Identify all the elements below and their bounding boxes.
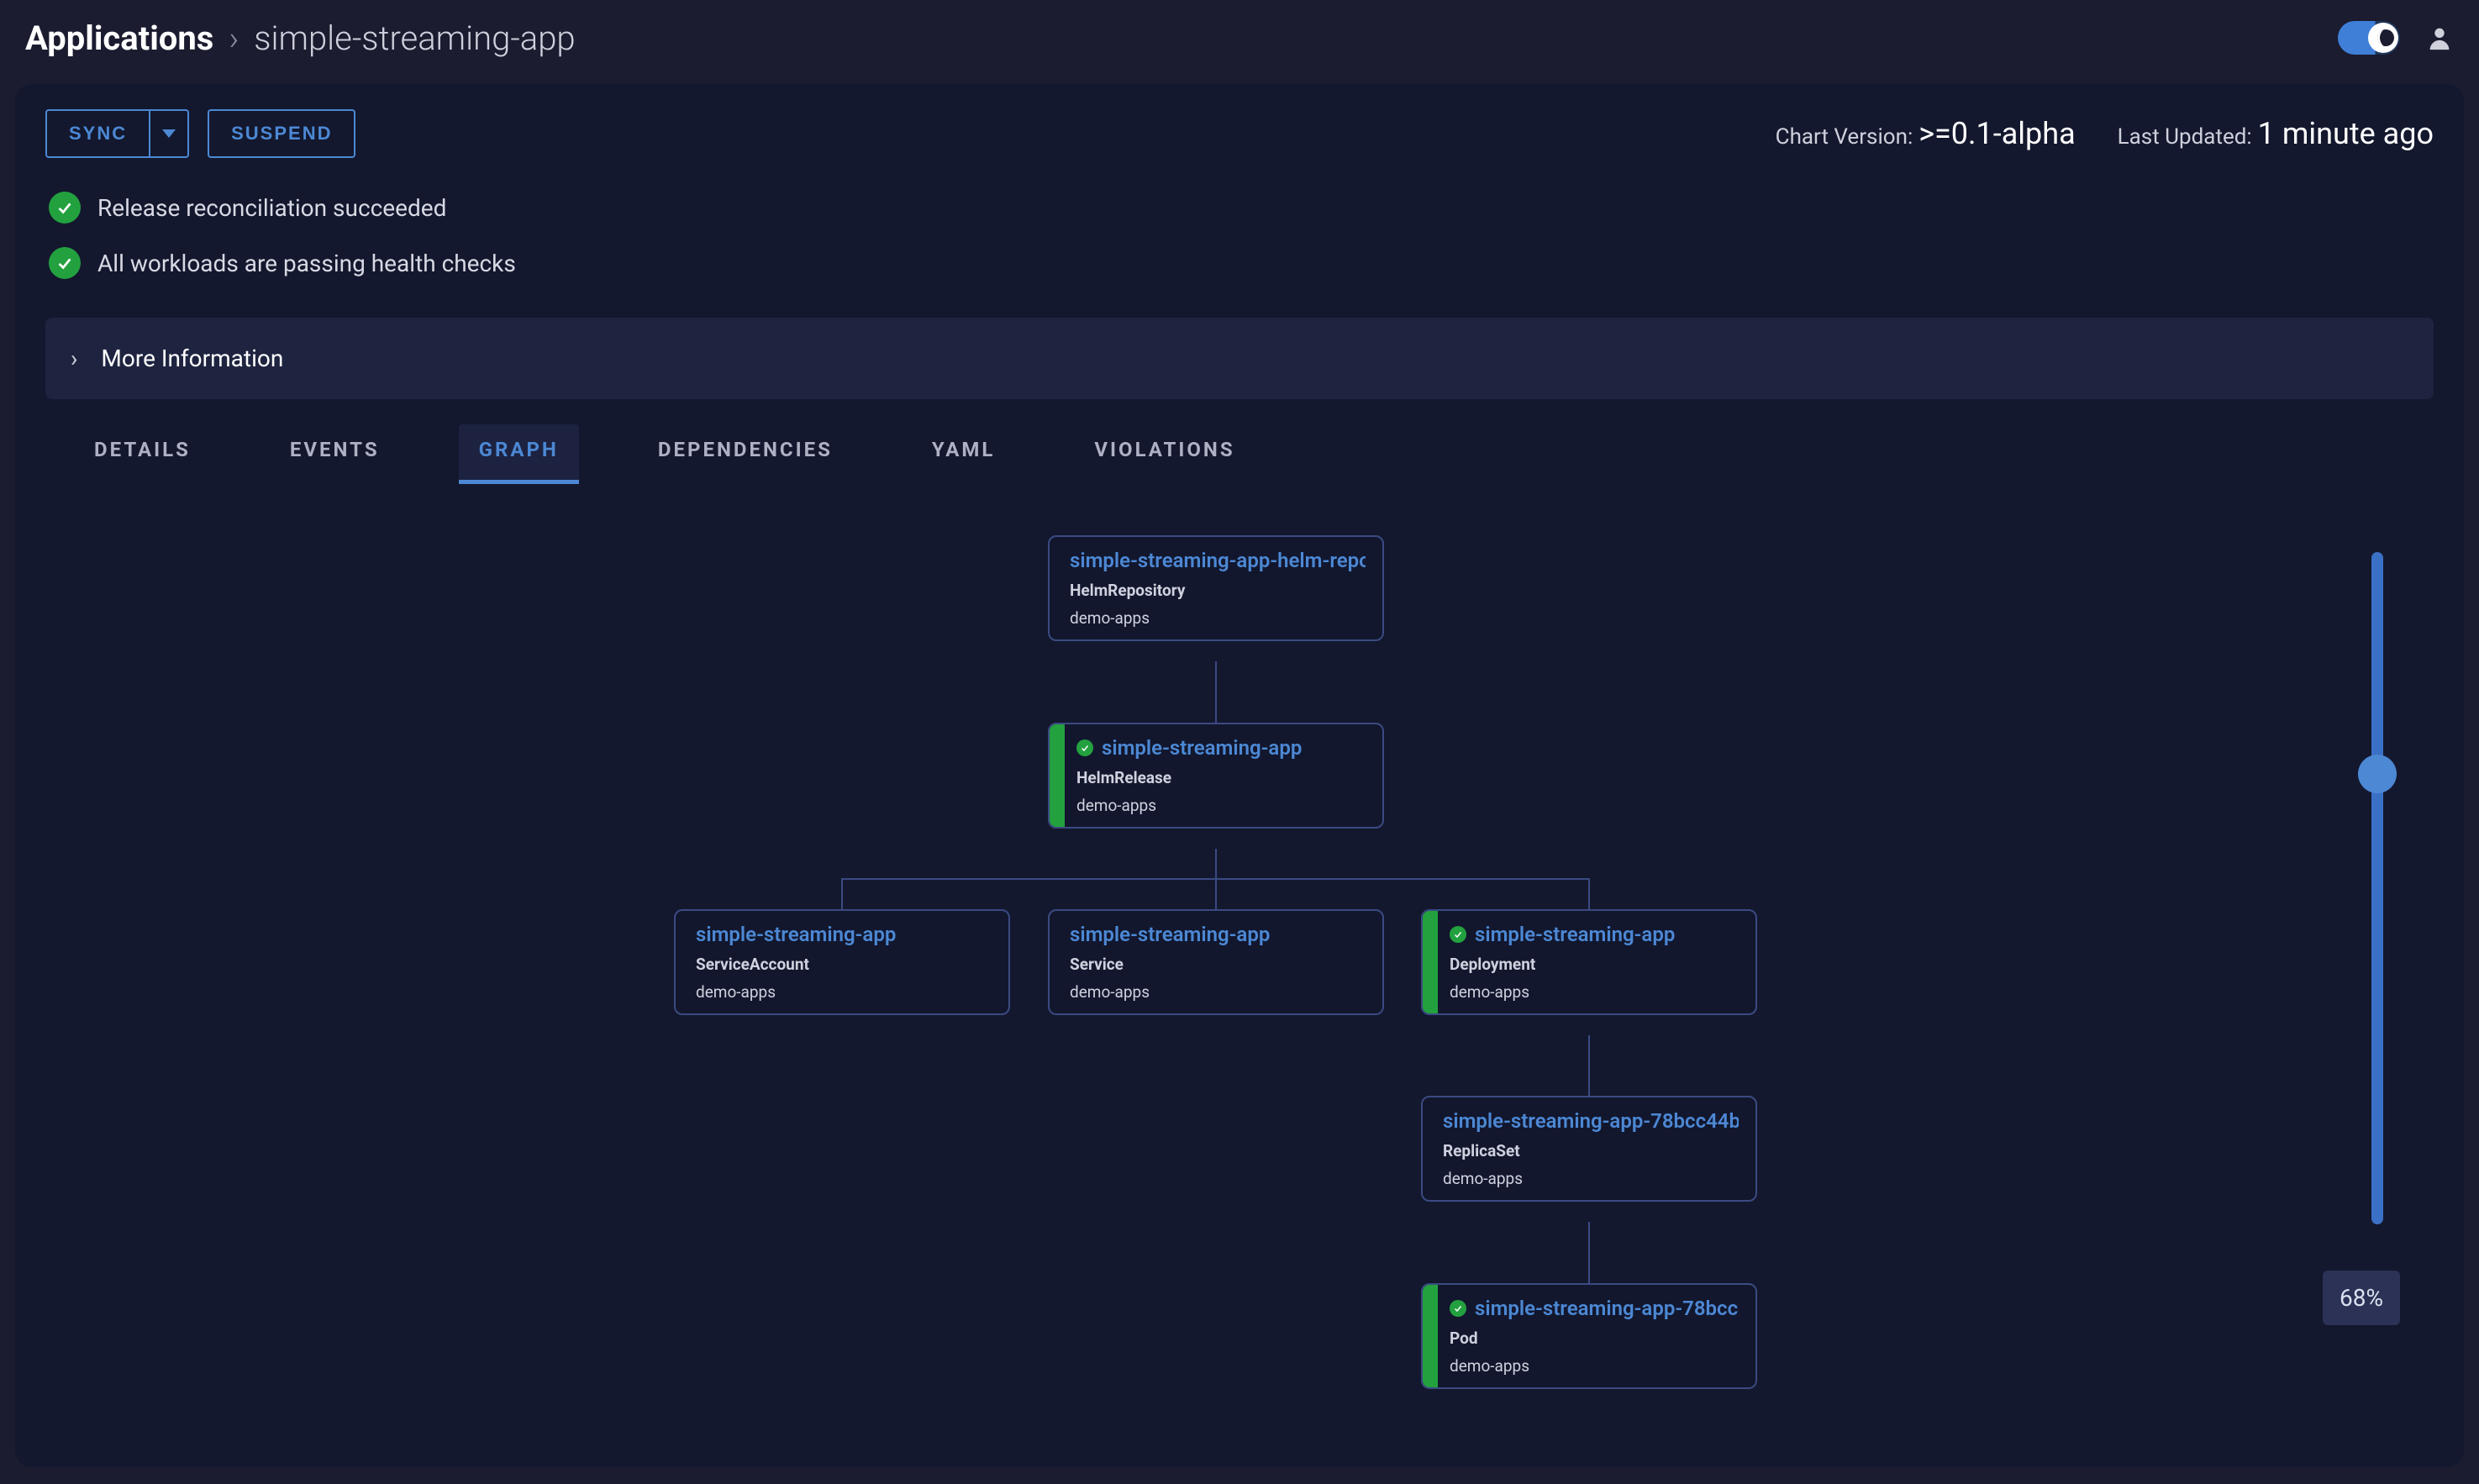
node-kind: Service bbox=[1070, 955, 1366, 974]
node-title: simple-streaming-app bbox=[1475, 923, 1675, 946]
sync-button[interactable]: SYNC bbox=[45, 109, 150, 158]
chart-version-value: >=0.1-alpha bbox=[1918, 116, 2075, 151]
tab-violations[interactable]: VIOLATIONS bbox=[1074, 424, 1255, 484]
node-namespace: demo-apps bbox=[1450, 1356, 1739, 1376]
node-kind: Deployment bbox=[1450, 955, 1739, 974]
more-information-toggle[interactable]: › More Information bbox=[45, 318, 2434, 399]
status-item: All workloads are passing health checks bbox=[49, 235, 2430, 291]
node-title: simple-streaming-app bbox=[1070, 923, 1270, 946]
moon-icon bbox=[2368, 23, 2398, 53]
last-updated-value: 1 minute ago bbox=[2258, 116, 2434, 151]
node-kind: ReplicaSet bbox=[1443, 1141, 1739, 1160]
node-namespace: demo-apps bbox=[696, 982, 992, 1002]
node-namespace: demo-apps bbox=[1070, 608, 1366, 628]
node-kind: HelmRepository bbox=[1070, 581, 1366, 600]
theme-toggle[interactable] bbox=[2338, 21, 2400, 55]
node-kind: Pod bbox=[1450, 1329, 1739, 1348]
tab-events[interactable]: EVENTS bbox=[270, 424, 400, 484]
user-icon[interactable] bbox=[2425, 24, 2454, 52]
node-title: simple-streaming-app-helm-repo bbox=[1070, 549, 1366, 572]
last-updated-label: Last Updated: bbox=[2118, 124, 2252, 150]
node-kind: ServiceAccount bbox=[696, 955, 992, 974]
zoom-slider[interactable] bbox=[2371, 552, 2383, 1224]
node-namespace: demo-apps bbox=[1450, 982, 1739, 1002]
zoom-percent: 68% bbox=[2323, 1271, 2400, 1325]
node-title: simple-streaming-app-78bcc44b... bbox=[1443, 1109, 1739, 1133]
node-title: simple-streaming-app-78bcc44... bbox=[1475, 1297, 1739, 1320]
status-item: Release reconciliation succeeded bbox=[49, 180, 2430, 235]
status-bar bbox=[1050, 724, 1065, 827]
status-list: Release reconciliation succeeded All work… bbox=[15, 158, 2464, 297]
node-namespace: demo-apps bbox=[1443, 1169, 1739, 1188]
check-circle-icon bbox=[1450, 1300, 1466, 1317]
status-text: All workloads are passing health checks bbox=[97, 250, 516, 277]
graph-panel: simple-streaming-app-helm-repo HelmReposi… bbox=[45, 485, 2434, 1426]
node-title: simple-streaming-app bbox=[696, 923, 896, 946]
tab-yaml[interactable]: YAML bbox=[912, 424, 1015, 484]
graph-canvas[interactable]: simple-streaming-app-helm-repo HelmReposi… bbox=[45, 485, 2434, 1426]
status-bar bbox=[1423, 1285, 1438, 1387]
sync-dropdown-button[interactable] bbox=[150, 109, 189, 158]
node-kind: HelmRelease bbox=[1076, 768, 1366, 787]
breadcrumb-root[interactable]: Applications bbox=[25, 18, 213, 58]
tab-graph[interactable]: GRAPH bbox=[459, 424, 579, 484]
check-circle-icon bbox=[1076, 739, 1093, 756]
tab-details[interactable]: DETAILS bbox=[74, 424, 211, 484]
chevron-down-icon bbox=[162, 129, 176, 138]
suspend-button[interactable]: SUSPEND bbox=[208, 109, 355, 158]
tabs: DETAILS EVENTS GRAPH DEPENDENCIES YAML VIOLAT… bbox=[15, 399, 2464, 485]
chevron-right-icon: › bbox=[229, 18, 239, 58]
check-circle-icon bbox=[1450, 926, 1466, 943]
graph-node-release[interactable]: simple-streaming-app HelmRelease demo-apps bbox=[1048, 723, 1384, 829]
graph-node-rs[interactable]: simple-streaming-app-78bcc44b... ReplicaS… bbox=[1421, 1096, 1757, 1202]
sync-split-button: SYNC bbox=[45, 109, 189, 158]
check-circle-icon bbox=[49, 247, 81, 279]
node-namespace: demo-apps bbox=[1070, 982, 1366, 1002]
breadcrumb-leaf: simple-streaming-app bbox=[254, 18, 575, 58]
check-circle-icon bbox=[49, 192, 81, 224]
graph-node-deploy[interactable]: simple-streaming-app Deployment demo-apps bbox=[1421, 909, 1757, 1015]
zoom-thumb[interactable] bbox=[2358, 755, 2397, 793]
more-information-label: More Information bbox=[101, 345, 283, 372]
breadcrumb: Applications › simple-streaming-app bbox=[25, 18, 576, 58]
chevron-right-icon: › bbox=[71, 345, 77, 372]
status-bar bbox=[1423, 911, 1438, 1013]
tab-dependencies[interactable]: DEPENDENCIES bbox=[638, 424, 853, 484]
status-text: Release reconciliation succeeded bbox=[97, 194, 446, 222]
graph-node-svc[interactable]: simple-streaming-app Service demo-apps bbox=[1048, 909, 1384, 1015]
chart-version-label: Chart Version: bbox=[1776, 124, 1913, 150]
node-namespace: demo-apps bbox=[1076, 796, 1366, 815]
node-title: simple-streaming-app bbox=[1102, 736, 1302, 760]
graph-node-repo[interactable]: simple-streaming-app-helm-repo HelmReposi… bbox=[1048, 535, 1384, 641]
graph-node-sa[interactable]: simple-streaming-app ServiceAccount demo-a… bbox=[674, 909, 1010, 1015]
graph-node-pod[interactable]: simple-streaming-app-78bcc44... Pod demo-a… bbox=[1421, 1283, 1757, 1389]
